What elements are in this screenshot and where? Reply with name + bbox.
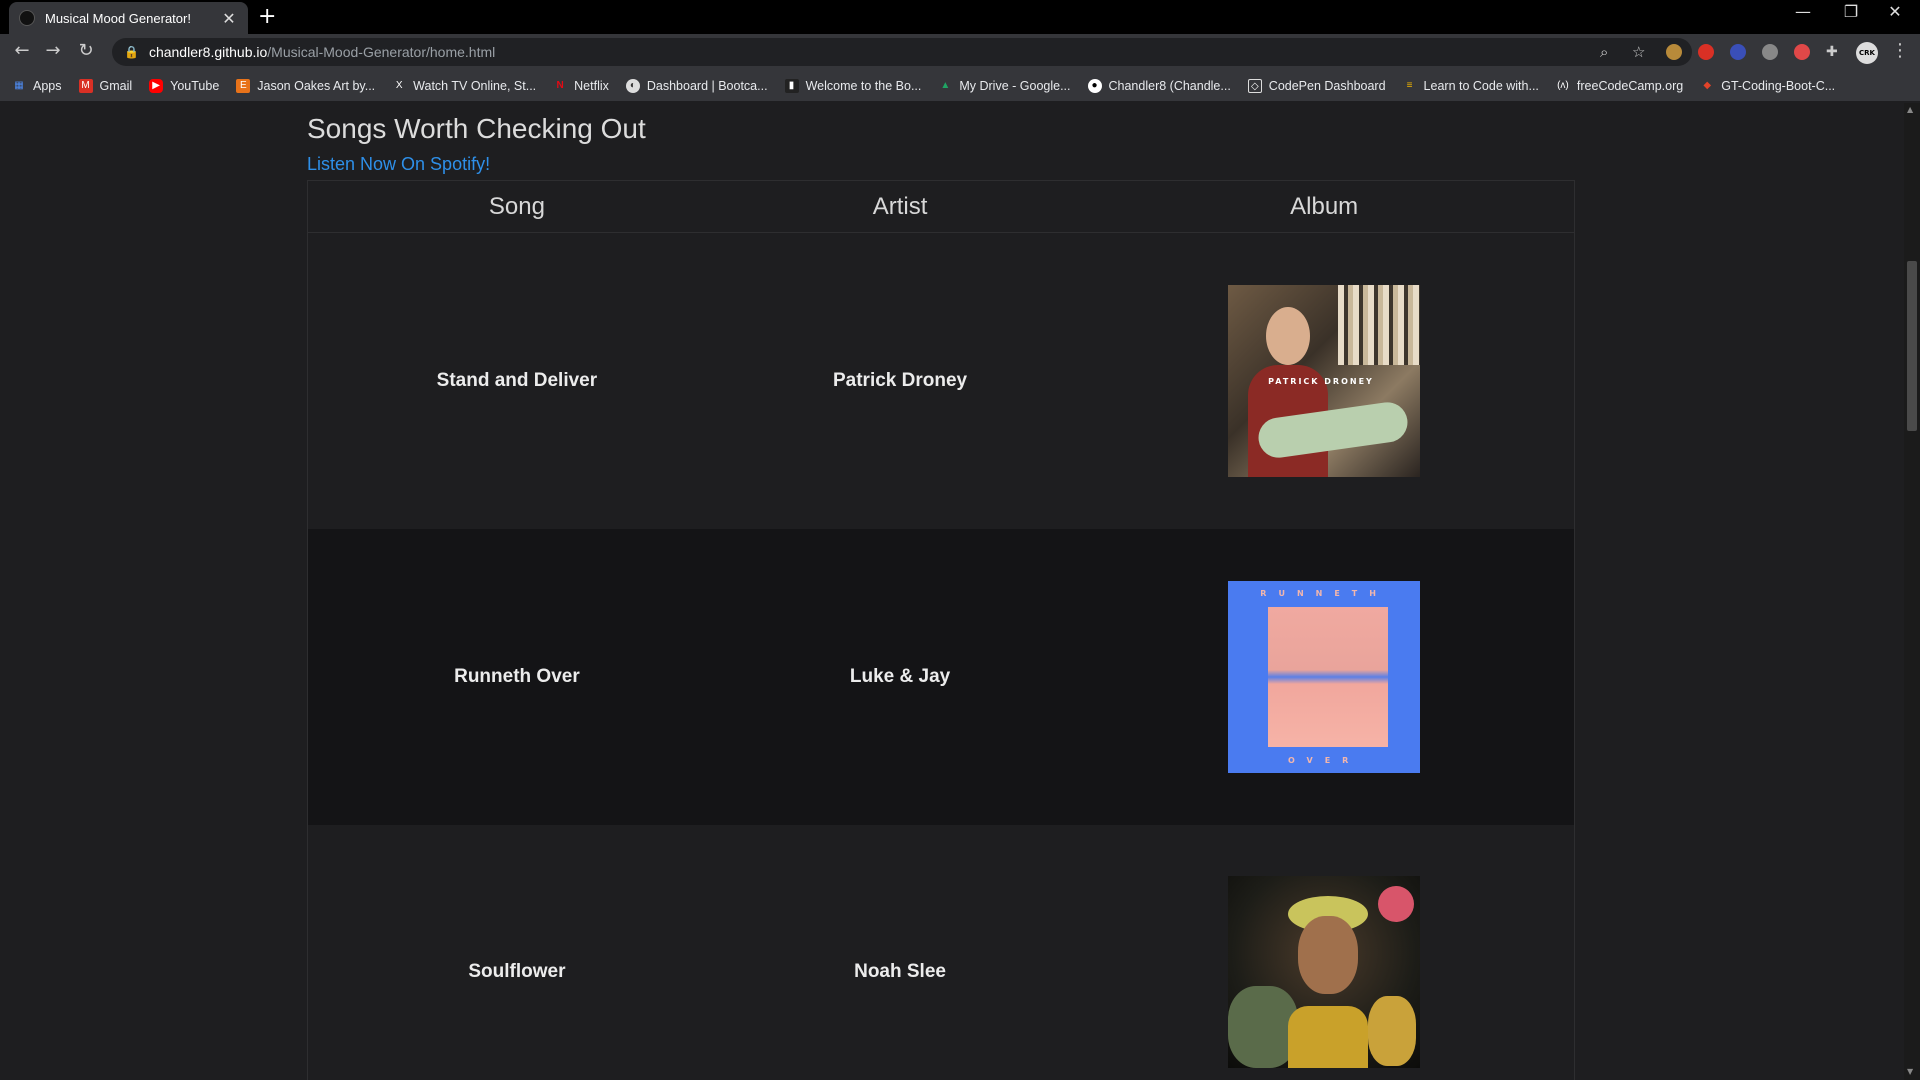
album-cover-text: OVER <box>1287 755 1361 765</box>
album-cell <box>1074 825 1574 1080</box>
extension-icon[interactable] <box>1730 44 1746 60</box>
browser-toolbar: ← → ↻ 🔒 chandler8.github.io /Musical-Moo… <box>0 34 1920 70</box>
scroll-thumb[interactable] <box>1907 261 1917 431</box>
browser-tab[interactable]: Musical Mood Generator! ✕ <box>9 2 248 34</box>
gmail-icon: M <box>78 78 93 93</box>
table-row: Runneth Over Luke & Jay RUNNETH OVER <box>307 528 1575 825</box>
close-tab-icon[interactable]: ✕ <box>220 9 238 28</box>
lock-icon: 🔒 <box>124 45 139 59</box>
bookmark-gmail[interactable]: M Gmail <box>78 78 132 93</box>
bookmark-github[interactable]: ● Chandler8 (Chandle... <box>1087 78 1231 93</box>
bookmarks-bar: ▦ Apps M Gmail ▶ YouTube E Jason Oakes Art b… <box>0 70 1920 102</box>
column-header-artist: Artist <box>725 180 1075 233</box>
table-row: Soulflower Noah Slee <box>308 825 1575 1080</box>
youtube-icon: ▶ <box>149 78 164 93</box>
reload-icon[interactable]: ↻ <box>74 40 98 61</box>
restore-icon[interactable]: ❐ <box>1828 2 1874 21</box>
bookmark-google-drive[interactable]: ▲ My Drive - Google... <box>938 79 1070 93</box>
site-favicon-icon <box>19 10 35 26</box>
song-cell: Runneth Over <box>307 528 726 825</box>
songs-section: Songs Worth Checking Out Listen Now On S… <box>307 103 1577 1080</box>
extension-icon[interactable] <box>1666 44 1682 60</box>
url-path: /Musical-Mood-Generator/home.html <box>267 44 496 60</box>
artist-cell: Patrick Droney <box>832 369 968 391</box>
bookmark-welcome[interactable]: ▮ Welcome to the Bo... <box>784 78 921 93</box>
zoom-icon[interactable]: ⌕ <box>1600 38 1608 66</box>
bookmark-jason-oakes[interactable]: E Jason Oakes Art by... <box>236 78 375 93</box>
puzzle-icon[interactable]: ✚ <box>1826 44 1842 60</box>
bookmark-apps[interactable]: ▦ Apps <box>12 79 61 93</box>
bookmark-star-icon[interactable]: ☆ <box>1632 38 1645 66</box>
profile-avatar[interactable]: CRK <box>1856 42 1878 64</box>
table-header-row: Song Artist Album <box>307 180 1575 233</box>
bookmark-bootcamp-dashboard[interactable]: ◐ Dashboard | Bootca... <box>625 78 768 93</box>
extension-icon[interactable] <box>1794 44 1810 60</box>
github-icon: ● <box>1087 78 1102 93</box>
learn-icon: ≡ <box>1406 79 1413 91</box>
x-icon: X <box>395 79 403 91</box>
song-cell: Stand and Deliver <box>436 369 598 391</box>
vertical-scrollbar[interactable]: ▲ ▼ <box>1904 103 1920 1080</box>
apps-grid-icon: ▦ <box>14 79 24 91</box>
album-cover: PATRICK DRONEY <box>1228 284 1421 477</box>
codepen-icon: ◇ <box>1247 78 1262 93</box>
close-window-icon[interactable]: ✕ <box>1872 2 1918 21</box>
bootcamp-icon: ◐ <box>625 78 640 93</box>
album-cover <box>1228 876 1421 1069</box>
forward-icon[interactable]: → <box>41 40 65 61</box>
extension-icon[interactable] <box>1698 44 1714 60</box>
etsy-icon: E <box>236 78 251 93</box>
gitlab-icon: ◆ <box>1703 79 1712 91</box>
section-title: Songs Worth Checking Out <box>307 113 646 144</box>
album-cover-text: RUNNETH <box>1260 588 1388 598</box>
scroll-up-icon[interactable]: ▲ <box>1907 105 1913 114</box>
column-header-song: Song <box>307 180 726 233</box>
bookmark-watch-tv[interactable]: X Watch TV Online, St... <box>392 79 536 93</box>
freecodecamp-icon: (ʌ) <box>1557 79 1569 91</box>
menu-icon[interactable]: ⋮ <box>1888 40 1912 61</box>
bookmark-gt-bootcamp[interactable]: ◆ GT-Coding-Boot-C... <box>1700 79 1835 93</box>
minimize-icon[interactable]: — <box>1780 2 1826 21</box>
column-header-album: Album <box>1074 180 1575 233</box>
url-host: chandler8.github.io <box>148 44 268 60</box>
google-drive-icon: ▲ <box>940 79 951 91</box>
bookmark-netflix[interactable]: N Netflix <box>553 79 609 93</box>
artist-cell: Luke & Jay <box>725 528 1075 825</box>
bookmark-codepen[interactable]: ◇ CodePen Dashboard <box>1247 78 1386 93</box>
bookmark-learn-to-code[interactable]: ≡ Learn to Code with... <box>1403 79 1539 93</box>
extension-icon[interactable] <box>1762 44 1778 60</box>
netflix-icon: N <box>556 79 564 91</box>
spotify-link[interactable]: Listen Now On Spotify! <box>307 154 490 175</box>
album-cell: RUNNETH OVER <box>1074 528 1575 825</box>
album-cell: PATRICK DRONEY <box>1074 233 1574 529</box>
book-icon: ▮ <box>784 78 799 93</box>
songs-table: Song Artist Album Stand and Deliver Patr… <box>307 180 1575 1080</box>
album-cover: RUNNETH OVER <box>1228 580 1421 773</box>
table-row: Stand and Deliver Patrick Droney PATRICK… <box>308 233 1575 529</box>
new-tab-icon[interactable]: + <box>258 4 276 29</box>
scroll-down-icon[interactable]: ▼ <box>1907 1067 1913 1076</box>
tab-title: Musical Mood Generator! <box>45 10 191 26</box>
back-icon[interactable]: ← <box>10 40 34 61</box>
tab-strip: Musical Mood Generator! ✕ + — ❐ ✕ <box>0 0 1920 34</box>
address-bar[interactable]: 🔒 chandler8.github.io /Musical-Mood-Gene… <box>112 38 1692 66</box>
page-viewport: Songs Worth Checking Out Listen Now On S… <box>0 103 1904 1080</box>
bookmark-freecodecamp[interactable]: (ʌ) freeCodeCamp.org <box>1556 79 1683 93</box>
artist-cell: Noah Slee <box>854 961 946 983</box>
album-cover-text: PATRICK DRONEY <box>1268 376 1374 386</box>
bookmark-youtube[interactable]: ▶ YouTube <box>149 78 219 93</box>
song-cell: Soulflower <box>468 961 566 983</box>
